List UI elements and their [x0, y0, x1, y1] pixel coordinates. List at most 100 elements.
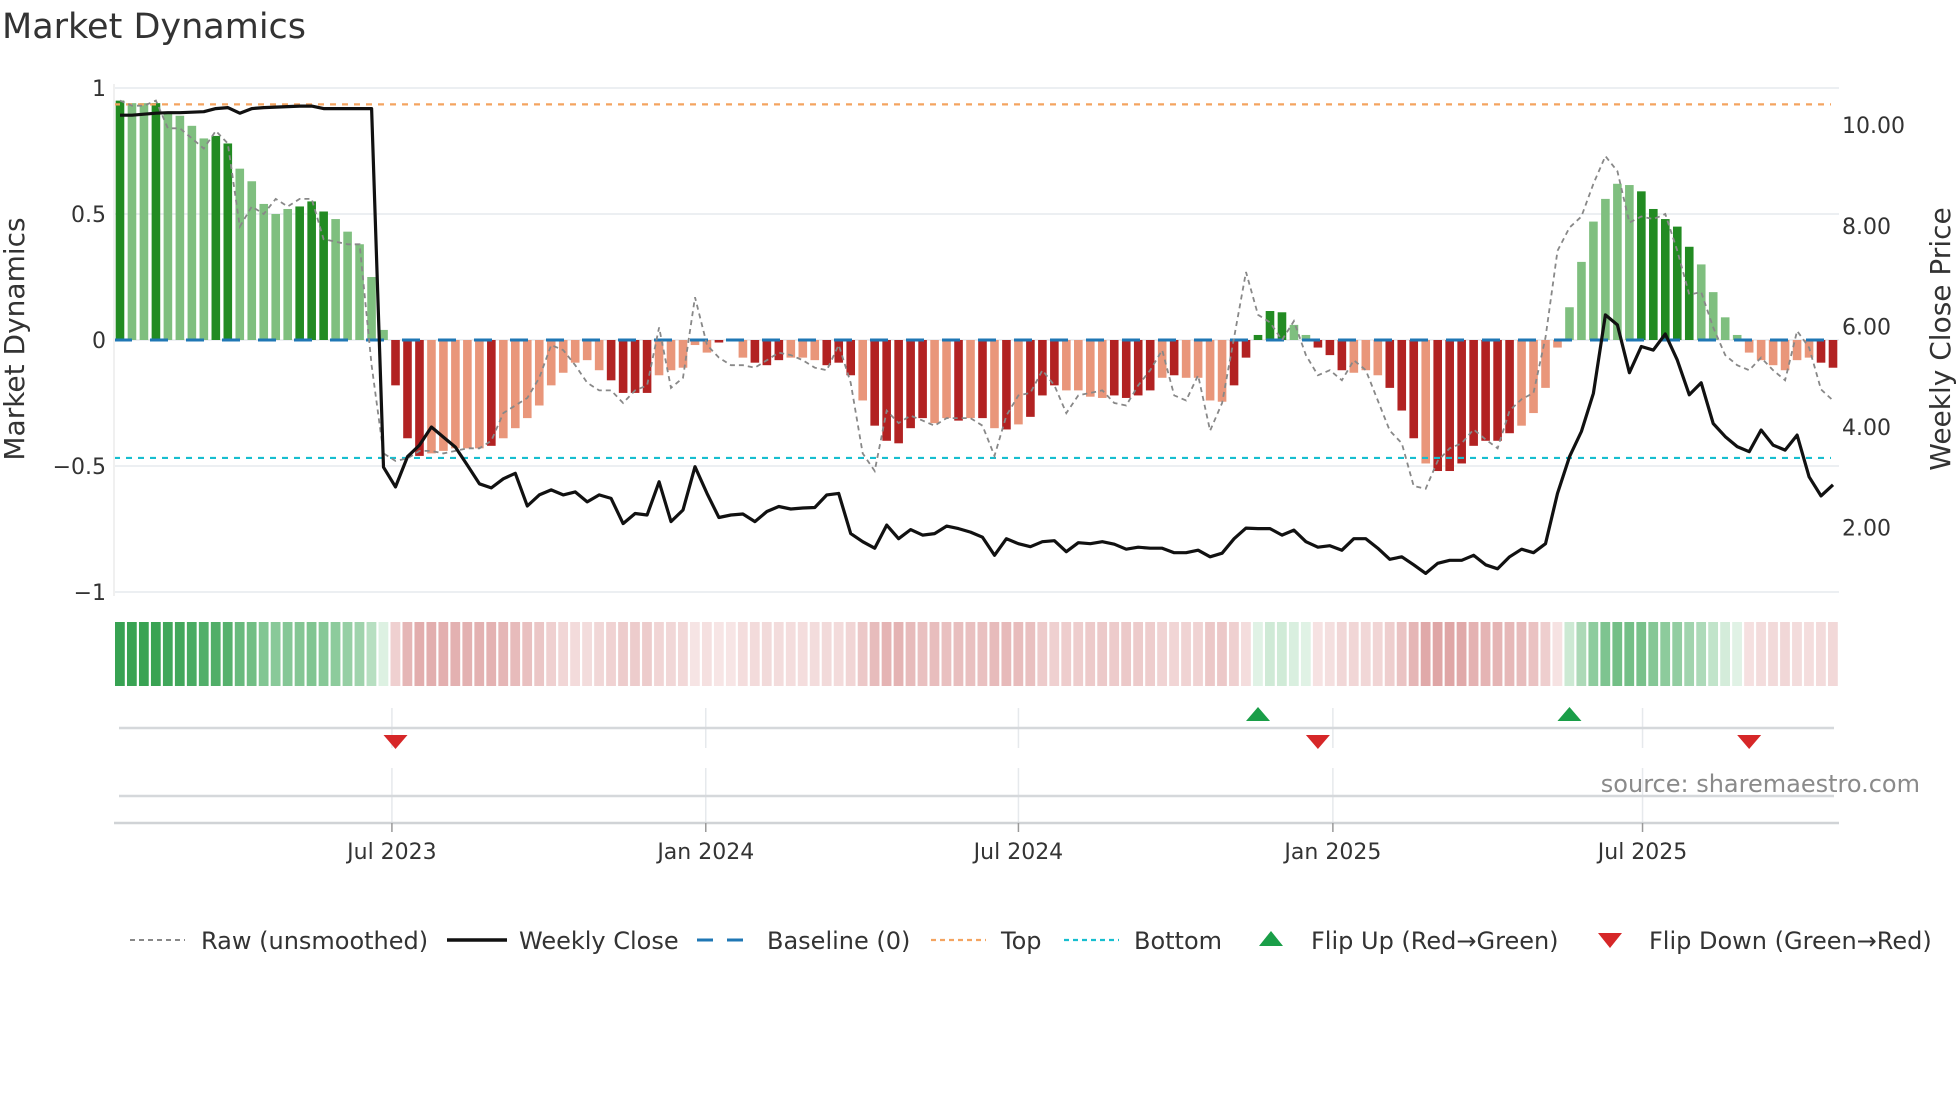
bar	[1241, 340, 1251, 358]
flip-down-marker	[1305, 735, 1330, 749]
heatmap-cell	[318, 622, 329, 686]
y-tick-label: 0.5	[71, 203, 106, 228]
bar	[1649, 208, 1658, 340]
heatmap-cell	[965, 622, 976, 686]
bar	[1469, 340, 1478, 446]
heatmap-cell	[881, 622, 892, 686]
heatmap-cell	[1073, 622, 1084, 686]
bar	[1014, 340, 1023, 425]
bar	[738, 340, 748, 358]
heatmap-cell	[126, 622, 137, 686]
legend-label: Flip Down (Green→Red)	[1649, 927, 1932, 955]
bar	[1109, 340, 1119, 396]
heatmap-cell	[234, 622, 245, 686]
heatmap-cell	[1516, 622, 1527, 686]
bar	[966, 340, 975, 419]
heatmap-cell	[474, 622, 485, 686]
heatmap-cell	[1085, 622, 1096, 686]
heatmap-cell	[1276, 622, 1287, 686]
bar	[1816, 340, 1826, 363]
bar	[163, 113, 173, 340]
bar	[1002, 340, 1011, 430]
heatmap-cell	[258, 622, 269, 686]
bar	[1780, 340, 1790, 371]
heatmap-cell	[390, 622, 401, 686]
y-tick-label: −1	[74, 581, 106, 606]
line-series	[119, 99, 1835, 575]
heatmap-cell	[462, 622, 473, 686]
legend-item-raw: Raw (unsmoothed)	[130, 927, 428, 955]
bar	[1385, 340, 1395, 388]
bar	[918, 340, 927, 419]
bar	[1409, 340, 1419, 439]
heatmap-cell	[678, 622, 688, 686]
bar	[1672, 226, 1682, 340]
legend-label: Flip Up (Red→Green)	[1311, 927, 1559, 955]
heatmap-cell	[1217, 622, 1227, 686]
bar	[1050, 340, 1059, 386]
bar	[978, 340, 987, 419]
y-axis-left: 1 0.5 0 −0.5 −1	[53, 77, 115, 606]
heatmap-cell	[342, 622, 353, 686]
bar	[475, 340, 484, 449]
x-tick-label: Jul 2023	[345, 840, 437, 865]
heatmap-cell	[893, 622, 904, 686]
heatmap-cell	[1348, 622, 1359, 686]
bar	[463, 340, 472, 449]
heatmap-cell	[1684, 622, 1695, 686]
bar	[1529, 340, 1538, 414]
bar	[534, 340, 544, 406]
heatmap-cell	[522, 622, 533, 686]
heatmap-cell	[1420, 622, 1431, 686]
bar	[283, 208, 292, 340]
y2-tick-label: 2.00	[1842, 517, 1891, 542]
heatmap-cell	[1312, 622, 1323, 686]
heatmap-cell	[713, 622, 724, 686]
bar	[1038, 340, 1047, 396]
market-dynamics-chart: Market Dynamics 1 0.5 0 −0.5 −1 10.00 8.00 6.0…	[0, 7, 1957, 955]
heatmap-cell	[905, 622, 916, 686]
heatmap-cell	[1588, 622, 1599, 686]
heatmap-cell	[1636, 622, 1647, 686]
heatmap-cell	[953, 622, 964, 686]
heatmap-cell	[701, 622, 712, 686]
chart-title: Market Dynamics	[2, 7, 306, 47]
bar	[1577, 261, 1586, 340]
legend-label: Raw (unsmoothed)	[201, 927, 428, 955]
heatmap-cell	[366, 622, 377, 686]
y-tick-label: 1	[92, 77, 106, 102]
bar	[642, 340, 652, 393]
heatmap-cell	[1336, 622, 1347, 686]
heatmap-cell	[941, 622, 952, 686]
heatmap-cell	[1025, 622, 1036, 686]
bar	[1661, 219, 1670, 340]
heatmap-cell	[833, 622, 844, 686]
bar	[606, 340, 616, 381]
heatmap-cell	[1648, 622, 1659, 686]
bar	[774, 340, 784, 361]
heatmap-cell	[1432, 622, 1443, 686]
heatmap-cell	[1720, 622, 1730, 686]
heatmap-cell	[1456, 622, 1467, 686]
bar	[271, 214, 281, 340]
bar	[499, 340, 508, 439]
heatmap-cell	[1708, 622, 1719, 686]
heatmap-cell	[761, 622, 772, 686]
bar	[175, 115, 185, 340]
bar	[1181, 340, 1191, 378]
bar	[307, 201, 316, 340]
bar	[1062, 340, 1071, 391]
heatmap-cell	[1504, 622, 1515, 686]
heatmap-cell	[642, 622, 652, 686]
legend-item-close: Weekly Close	[447, 927, 679, 955]
heatmap-strip	[115, 622, 1838, 686]
heatmap-cell	[654, 622, 664, 686]
bar	[187, 125, 197, 340]
heatmap-cell	[582, 622, 592, 686]
x-tick-label: Jan 2025	[1282, 840, 1381, 865]
heatmap-cell	[1372, 622, 1383, 686]
heatmap-cell	[1792, 622, 1802, 686]
source-note: source: sharemaestro.com	[1601, 770, 1920, 798]
heatmap-cell	[1157, 622, 1167, 686]
heatmap-cell	[486, 622, 497, 686]
